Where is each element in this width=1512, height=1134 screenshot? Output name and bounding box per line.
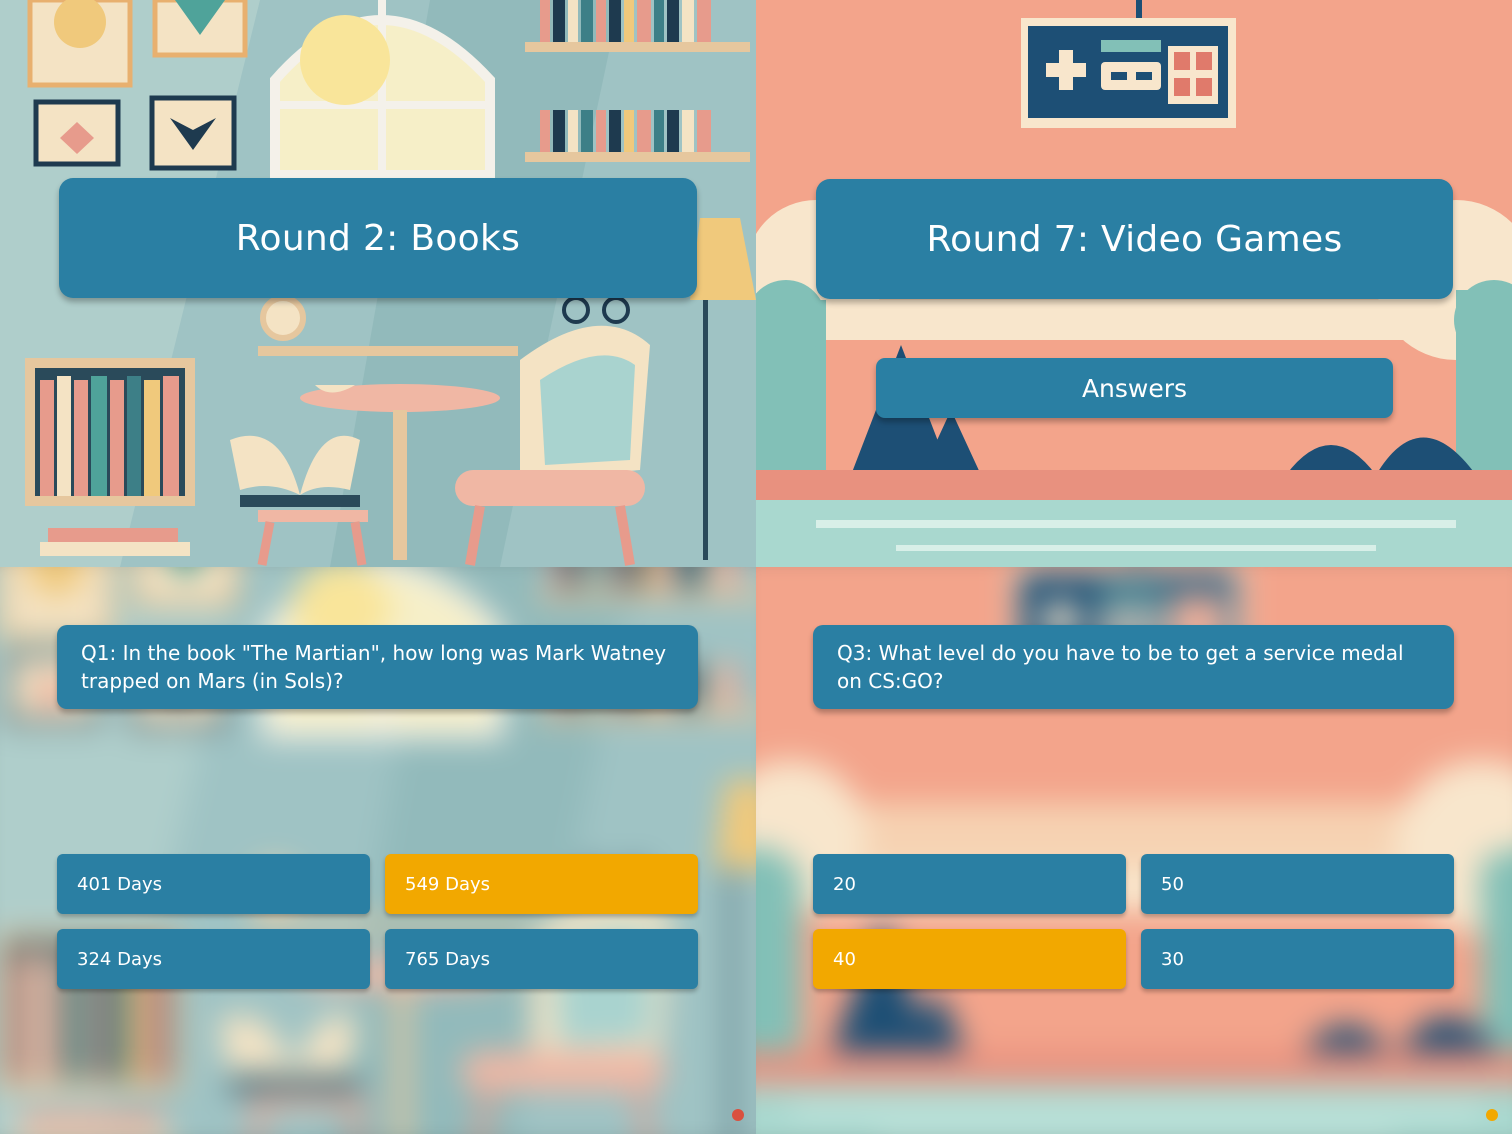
answer-option[interactable]: 765 Days [385, 929, 698, 989]
slide-indicator-dot [732, 1109, 744, 1121]
answer-option-label: 401 Days [77, 873, 162, 895]
answers-button[interactable]: Answers [876, 358, 1393, 418]
answer-option[interactable]: 324 Days [57, 929, 370, 989]
slide-games-question: Q3: What level do you have to be to get … [756, 567, 1512, 1134]
answer-option[interactable]: 549 Days [385, 854, 698, 914]
answer-option[interactable]: 40 [813, 929, 1126, 989]
answer-option-label: 30 [1161, 948, 1184, 970]
answer-option[interactable]: 20 [813, 854, 1126, 914]
answer-option-label: 549 Days [405, 873, 490, 895]
question-box: Q3: What level do you have to be to get … [813, 625, 1454, 709]
answer-option[interactable]: 50 [1141, 854, 1454, 914]
round-title: Round 7: Video Games [926, 218, 1343, 260]
answers-button-label: Answers [1081, 373, 1188, 403]
round-title-banner: Round 7: Video Games [816, 179, 1453, 299]
question-text: Q3: What level do you have to be to get … [837, 641, 1404, 693]
question-box: Q1: In the book "The Martian", how long … [57, 625, 698, 709]
answer-option-label: 765 Days [405, 948, 490, 970]
answer-option-label: 324 Days [77, 948, 162, 970]
answer-option[interactable]: 401 Days [57, 854, 370, 914]
slide-books-question: Q1: In the book "The Martian", how long … [0, 567, 756, 1134]
answer-option-label: 20 [833, 873, 856, 895]
round-title: Round 2: Books [235, 217, 521, 259]
question-text: Q1: In the book "The Martian", how long … [81, 641, 667, 693]
round-title-banner: Round 2: Books [59, 178, 697, 298]
slide-indicator-dot [1486, 1109, 1498, 1121]
answer-option-label: 50 [1161, 873, 1184, 895]
answer-option-label: 40 [833, 948, 856, 970]
slide-games-title: Round 7: Video Games Answers [756, 0, 1512, 567]
slide-books-title: Round 2: Books [0, 0, 756, 567]
answer-option[interactable]: 30 [1141, 929, 1454, 989]
